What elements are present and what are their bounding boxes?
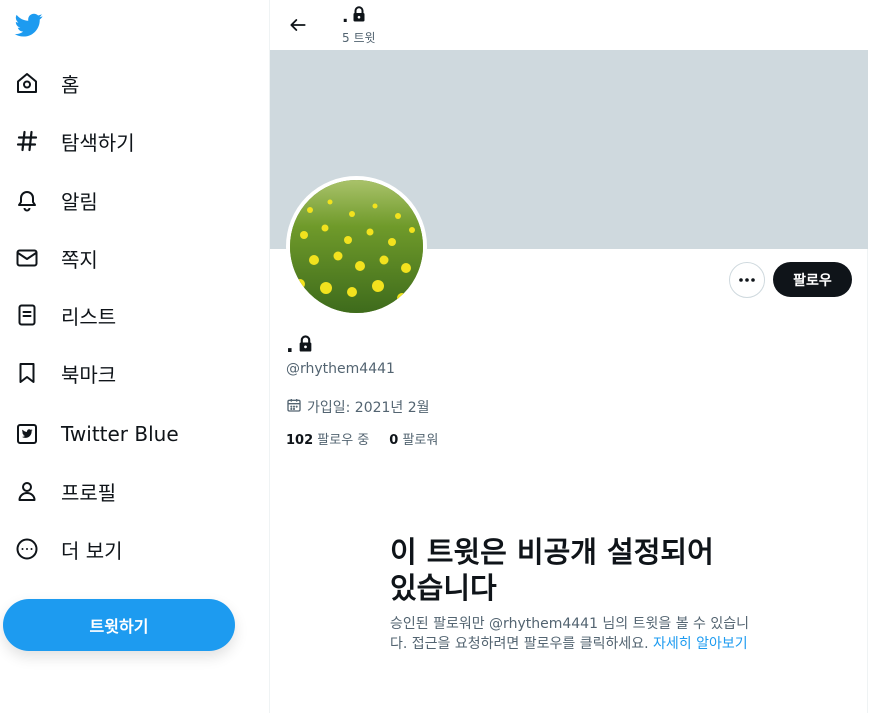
nav-notifications-label: 알림: [61, 189, 98, 214]
avatar[interactable]: [286, 176, 427, 317]
tweet-button[interactable]: 트윗하기: [3, 599, 235, 651]
header-profile-name: .: [342, 6, 366, 27]
following-stat[interactable]: 102 팔로우 중: [286, 429, 369, 448]
twitter-blue-icon: [14, 421, 40, 447]
back-arrow-icon[interactable]: [286, 13, 310, 37]
calendar-icon: [286, 397, 302, 417]
nav-profile-label: 프로필: [61, 480, 117, 505]
followers-label: 팔로워: [402, 433, 439, 448]
bookmark-icon: [14, 360, 40, 386]
followers-count: 0: [389, 433, 399, 448]
following-label: 팔로우 중: [317, 433, 370, 448]
lock-icon: [298, 333, 313, 357]
lock-icon: [352, 6, 366, 27]
list-icon: [14, 302, 40, 328]
more-options-button[interactable]: [729, 262, 765, 298]
follow-button[interactable]: 팔로우: [773, 262, 852, 297]
profile-name: .: [286, 333, 313, 357]
follow-stats: 102 팔로우 중 0 팔로워: [286, 429, 438, 448]
more-circle-icon: [14, 536, 40, 562]
nav-lists-label: 리스트: [61, 304, 117, 329]
nav-messages-label: 쪽지: [61, 247, 98, 272]
nav-home[interactable]: 홈: [0, 58, 79, 108]
profile-name-text: .: [286, 333, 294, 357]
profile-main: . 5 트윗 팔로우 . @rhythem4441 가입일: 2021년 2월 …: [270, 0, 868, 713]
bell-icon: [14, 187, 40, 213]
envelope-icon: [14, 245, 40, 271]
nav-notifications[interactable]: 알림: [0, 175, 98, 225]
ellipsis-icon: [739, 278, 755, 282]
nav-profile[interactable]: 프로필: [0, 466, 116, 516]
nav-more-label: 더 보기: [61, 538, 123, 563]
following-count: 102: [286, 433, 314, 448]
joined-date: 가입일: 2021년 2월: [286, 397, 430, 417]
home-icon: [14, 70, 40, 96]
header-name-text: .: [342, 6, 349, 27]
protected-title: 이 트윗은 비공개 설정되어 있습니다: [390, 535, 714, 605]
header-tweet-count: 5 트윗: [342, 31, 376, 45]
hashtag-icon: [14, 128, 40, 154]
nav-bookmarks[interactable]: 북마크: [0, 348, 116, 398]
nav-explore[interactable]: 탐색하기: [0, 116, 135, 166]
nav-explore-label: 탐색하기: [61, 130, 135, 155]
profile-icon: [14, 478, 40, 504]
followers-stat[interactable]: 0 팔로워: [389, 429, 438, 448]
nav-twitter-blue-label: Twitter Blue: [61, 422, 179, 446]
protected-description: 승인된 팔로워만 @rhythem4441 님의 트윗을 볼 수 있습니다. 접…: [390, 614, 750, 654]
joined-date-text: 가입일: 2021년 2월: [307, 400, 430, 416]
nav-messages[interactable]: 쪽지: [0, 233, 98, 283]
nav-twitter-blue[interactable]: Twitter Blue: [0, 409, 179, 459]
sidebar-nav: 홈 탐색하기 알림 쪽지 리스트 북마크 Twitter Blue 프로필 더 …: [0, 0, 270, 713]
nav-home-label: 홈: [61, 72, 80, 97]
profile-header-bar: . 5 트윗: [270, 0, 868, 50]
nav-lists[interactable]: 리스트: [0, 290, 116, 340]
profile-handle: @rhythem4441: [286, 361, 395, 377]
learn-more-link[interactable]: 자세히 알아보기: [653, 636, 748, 652]
nav-more[interactable]: 더 보기: [0, 524, 123, 574]
twitter-logo-icon[interactable]: [14, 11, 44, 39]
nav-bookmarks-label: 북마크: [61, 362, 117, 387]
